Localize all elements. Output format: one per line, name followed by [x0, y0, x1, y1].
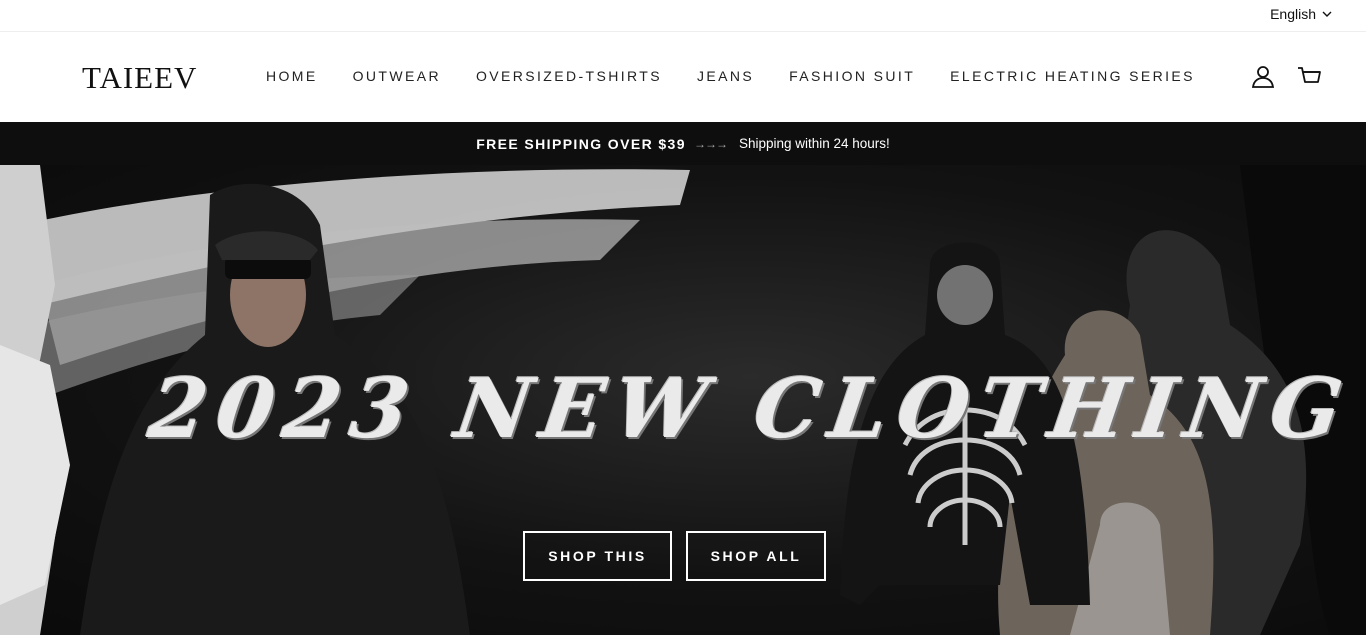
nav-electric-heating-series[interactable]: ELECTRIC HEATING SERIES: [950, 68, 1195, 84]
hero-banner: 2023 NEW CLOTHING SHOP THIS SHOP ALL: [0, 165, 1366, 635]
chevron-down-icon: [1322, 11, 1332, 17]
main-nav: HOME OUTWEAR OVERSIZED-TSHIRTS JEANS FAS…: [266, 68, 1230, 84]
site-header: TAIEEV HOME OUTWEAR OVERSIZED-TSHIRTS JE…: [0, 32, 1366, 122]
arrows-icon: →→→: [693, 136, 728, 151]
nav-jeans[interactable]: JEANS: [697, 68, 754, 84]
hero-title: 2023 NEW CLOTHING: [143, 361, 1358, 457]
language-label: English: [1270, 6, 1316, 22]
utility-bar: English: [0, 0, 1366, 32]
nav-fashion-suit[interactable]: FASHION SUIT: [789, 68, 915, 84]
account-icon[interactable]: [1250, 63, 1276, 89]
announcement-bold: FREE SHIPPING OVER $39: [476, 135, 686, 152]
nav-outwear[interactable]: OUTWEAR: [353, 68, 441, 84]
shop-all-button[interactable]: SHOP ALL: [686, 531, 826, 581]
shop-this-button[interactable]: SHOP THIS: [523, 531, 672, 581]
header-icons: [1250, 63, 1322, 89]
announcement-text: Shipping within 24 hours!: [738, 136, 890, 151]
nav-oversized-tshirts[interactable]: OVERSIZED-TSHIRTS: [476, 68, 662, 84]
announcement-bar: FREE SHIPPING OVER $39 →→→ Shipping with…: [0, 122, 1366, 165]
cart-icon[interactable]: [1296, 63, 1322, 89]
nav-home[interactable]: HOME: [266, 68, 318, 84]
site-logo[interactable]: TAIEEV: [82, 60, 197, 96]
language-selector[interactable]: English: [1270, 6, 1332, 22]
